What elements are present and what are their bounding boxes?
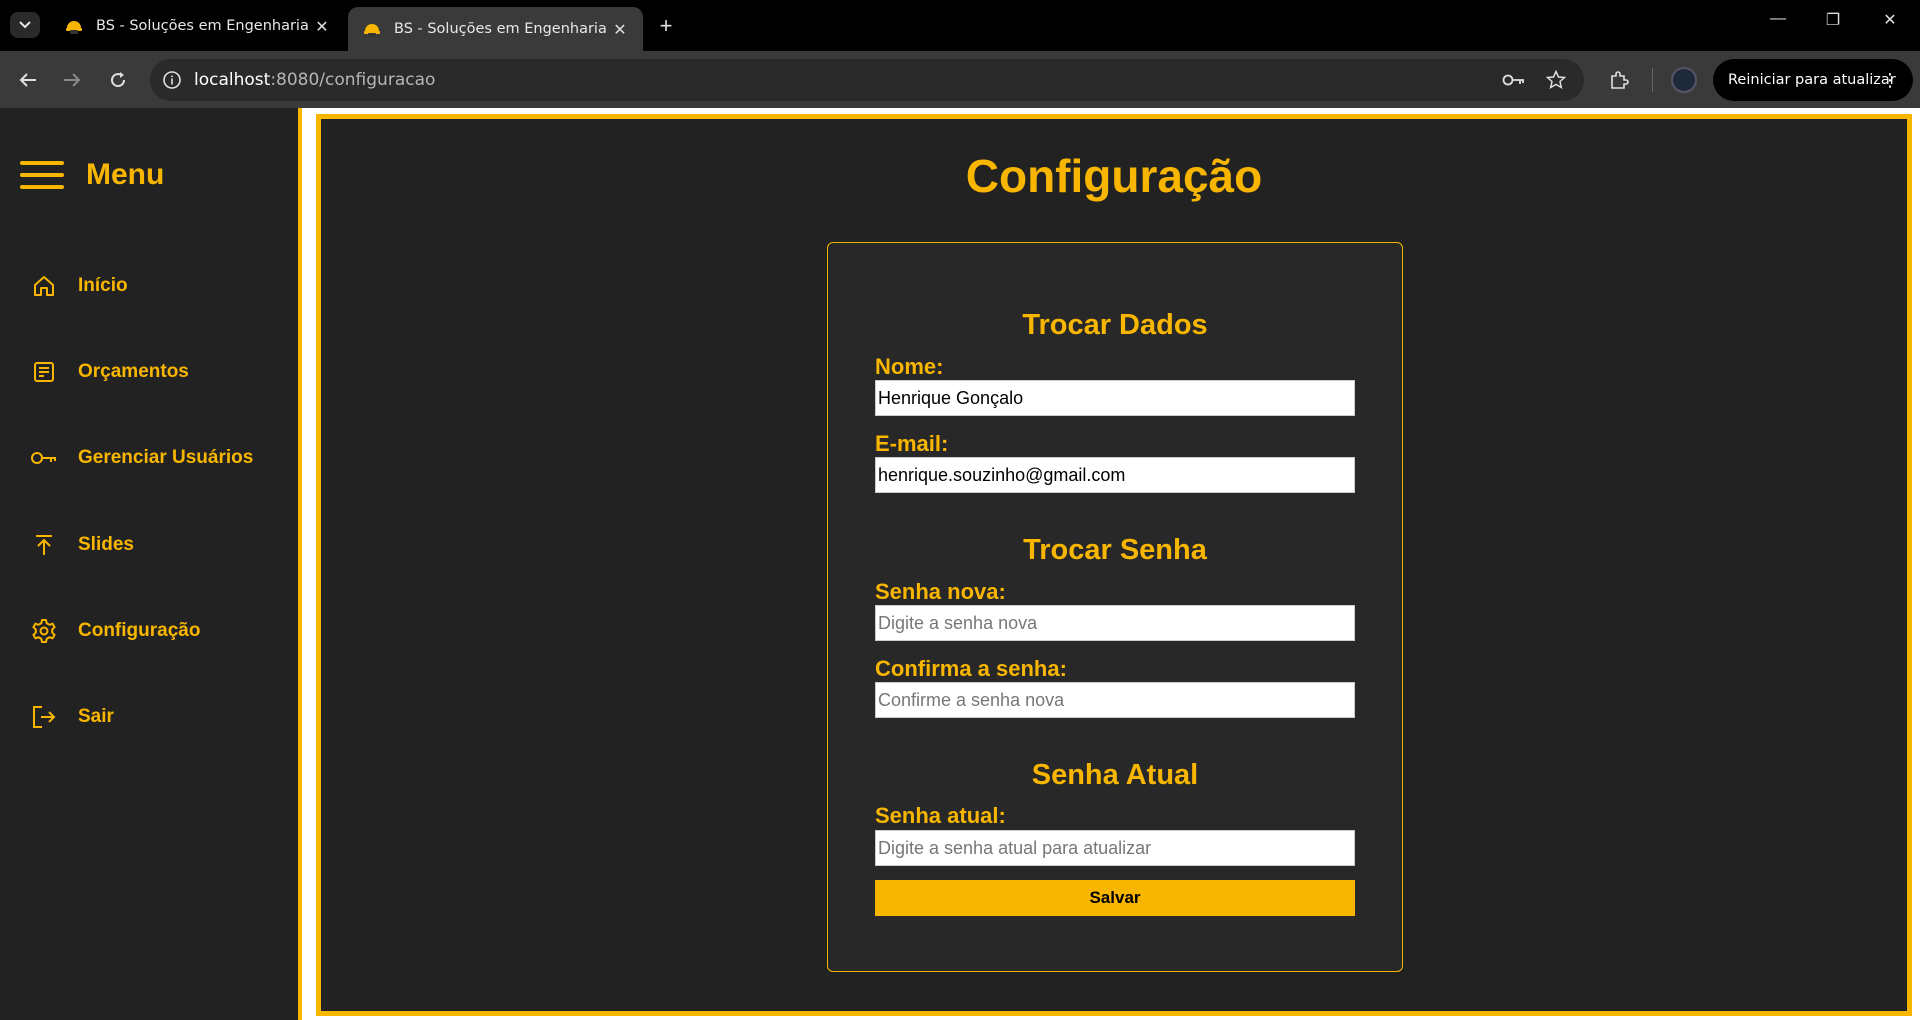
sidebar-item-orcamentos[interactable]: Orçamentos bbox=[30, 358, 189, 386]
restore-icon[interactable]: ❐ bbox=[1813, 10, 1853, 30]
back-button[interactable] bbox=[13, 65, 43, 95]
extensions-button[interactable] bbox=[1604, 65, 1634, 95]
settings-form: Trocar Dados Nome: E-mail: Trocar Senha … bbox=[827, 242, 1403, 972]
menu-title: Menu bbox=[86, 158, 165, 191]
profile-avatar[interactable] bbox=[1671, 67, 1697, 93]
browser-toolbar: localhost:8080/configuracao Reiniciar pa… bbox=[0, 51, 1920, 108]
sidebar-item-label: Configuração bbox=[78, 620, 201, 641]
url-host: localhost bbox=[194, 70, 271, 90]
url-path: :8080/configuracao bbox=[270, 70, 436, 90]
tab-search-button[interactable] bbox=[10, 12, 40, 38]
menu-header: Menu bbox=[20, 158, 164, 192]
close-window-icon[interactable]: ✕ bbox=[1870, 10, 1910, 30]
tab-title: BS - Soluções em Engenharia e bbox=[96, 18, 311, 34]
browser-tab-active[interactable]: BS - Soluções em Engenharia e ✕ bbox=[348, 7, 643, 51]
email-field[interactable] bbox=[875, 457, 1355, 493]
confirma-senha-label: Confirma a senha: bbox=[875, 656, 1067, 681]
chevron-down-icon bbox=[19, 21, 31, 29]
url-text: localhost:8080/configuracao bbox=[194, 70, 435, 90]
sidebar-item-label: Orçamentos bbox=[78, 361, 189, 382]
sidebar-item-inicio[interactable]: Início bbox=[30, 272, 128, 300]
restart-to-update-button[interactable]: Reiniciar para atualizar ⋮ bbox=[1713, 59, 1913, 101]
arrow-left-icon bbox=[19, 73, 36, 87]
close-icon[interactable]: ✕ bbox=[311, 17, 333, 36]
restart-label: Reiniciar para atualizar bbox=[1728, 72, 1896, 88]
password-key-icon[interactable] bbox=[1502, 72, 1526, 88]
reload-button[interactable] bbox=[103, 65, 133, 95]
senha-atual-field[interactable] bbox=[875, 830, 1355, 866]
minimize-icon[interactable]: — bbox=[1758, 10, 1798, 28]
star-icon[interactable] bbox=[1546, 70, 1566, 90]
new-tab-button[interactable]: + bbox=[652, 12, 680, 40]
sidebar: Menu Início Orçamentos Gerenciar Usuário… bbox=[0, 108, 302, 1020]
section-title-senha-atual: Senha Atual bbox=[1031, 759, 1199, 791]
helmet-favicon-icon bbox=[364, 24, 380, 37]
info-icon[interactable] bbox=[162, 70, 182, 90]
nome-label: Nome: bbox=[875, 354, 944, 379]
forward-button[interactable] bbox=[57, 65, 87, 95]
browser-tab[interactable]: BS - Soluções em Engenharia e ✕ bbox=[50, 7, 345, 45]
arrow-right-icon bbox=[64, 73, 81, 87]
sidebar-item-gerenciar-usuarios[interactable]: Gerenciar Usuários bbox=[30, 444, 253, 472]
page: Menu Início Orçamentos Gerenciar Usuário… bbox=[0, 108, 1920, 1020]
sidebar-item-label: Sair bbox=[78, 706, 114, 727]
close-icon[interactable]: ✕ bbox=[609, 20, 631, 39]
senha-nova-field[interactable] bbox=[875, 605, 1355, 641]
save-button[interactable]: Salvar bbox=[875, 880, 1355, 916]
browser-tab-bar: BS - Soluções em Engenharia e ✕ BS - Sol… bbox=[0, 0, 1920, 51]
toolbar-divider bbox=[1652, 68, 1653, 92]
tab-title: BS - Soluções em Engenharia e bbox=[394, 21, 609, 37]
senha-nova-label: Senha nova: bbox=[875, 579, 1006, 604]
sidebar-item-sair[interactable]: Sair bbox=[30, 703, 114, 731]
document-icon bbox=[30, 358, 58, 386]
senha-atual-label: Senha atual: bbox=[875, 803, 1006, 828]
email-label: E-mail: bbox=[875, 431, 949, 456]
page-title: Configuração bbox=[965, 150, 1263, 202]
sidebar-item-label: Gerenciar Usuários bbox=[78, 447, 254, 468]
sidebar-item-configuracao[interactable]: Configuração bbox=[30, 617, 200, 645]
home-icon bbox=[30, 272, 58, 300]
helmet-favicon-icon bbox=[66, 21, 82, 34]
address-bar[interactable]: localhost:8080/configuracao bbox=[150, 59, 1584, 101]
hamburger-menu-icon[interactable] bbox=[20, 159, 64, 191]
key-icon bbox=[30, 444, 58, 472]
reload-icon bbox=[111, 72, 126, 88]
puzzle-icon bbox=[1611, 71, 1629, 89]
sidebar-item-slides[interactable]: Slides bbox=[30, 531, 134, 559]
gear-icon bbox=[30, 617, 58, 645]
section-title-trocar-dados: Trocar Dados bbox=[1022, 309, 1208, 341]
sidebar-item-label: Slides bbox=[78, 534, 134, 555]
confirma-senha-field[interactable] bbox=[875, 682, 1355, 718]
logout-icon bbox=[30, 703, 58, 731]
main-content: Configuração Trocar Dados Nome: E-mail: … bbox=[316, 114, 1912, 1016]
more-vert-icon[interactable]: ⋮ bbox=[1881, 70, 1899, 91]
section-title-trocar-senha: Trocar Senha bbox=[1023, 534, 1207, 566]
upload-icon bbox=[30, 531, 58, 559]
nome-field[interactable] bbox=[875, 380, 1355, 416]
sidebar-item-label: Início bbox=[78, 275, 128, 296]
